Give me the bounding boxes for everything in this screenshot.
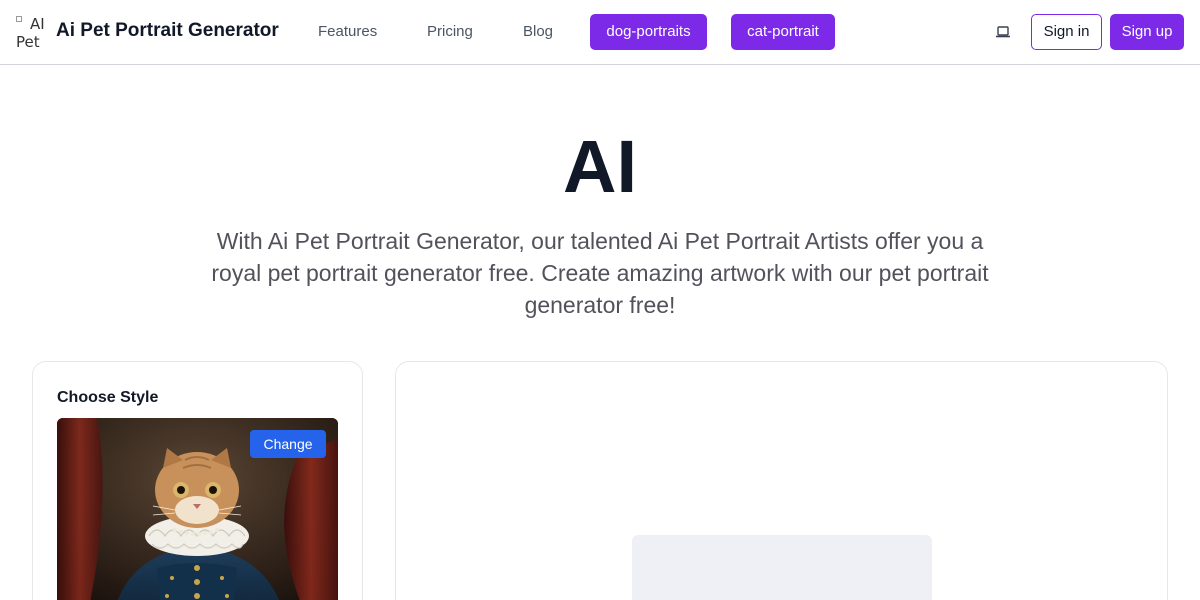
choose-style-title: Choose Style <box>57 389 159 406</box>
change-style-button[interactable]: Change <box>250 430 326 458</box>
logo-image[interactable]: AI Pet <box>16 16 48 48</box>
hero-title: AI <box>0 122 1200 212</box>
sign-up-button[interactable]: Sign up <box>1110 14 1184 50</box>
hero-description: With Ai Pet Portrait Generator, our tale… <box>211 228 989 318</box>
result-placeholder <box>632 535 932 600</box>
brand-name[interactable]: Ai Pet Portrait Generator <box>56 20 279 42</box>
nav-link-features[interactable]: Features <box>318 23 377 40</box>
logo-alt-text-2: Pet <box>16 33 40 49</box>
nav-pill-dog-portraits[interactable]: dog-portraits <box>590 14 707 50</box>
laptop-icon[interactable] <box>995 25 1011 39</box>
nav-link-blog[interactable]: Blog <box>523 23 553 40</box>
nav-link-pricing[interactable]: Pricing <box>427 23 473 40</box>
sign-in-button[interactable]: Sign in <box>1031 14 1102 50</box>
result-card <box>395 361 1168 600</box>
choose-style-card: Choose Style Change <box>32 361 363 600</box>
logo-alt-text: AI <box>30 16 45 33</box>
top-navbar: AI Pet Ai Pet Portrait Generator Feature… <box>0 0 1200 65</box>
nav-pill-cat-portrait[interactable]: cat-portrait <box>731 14 835 50</box>
hero-title-text: AI <box>563 125 637 208</box>
